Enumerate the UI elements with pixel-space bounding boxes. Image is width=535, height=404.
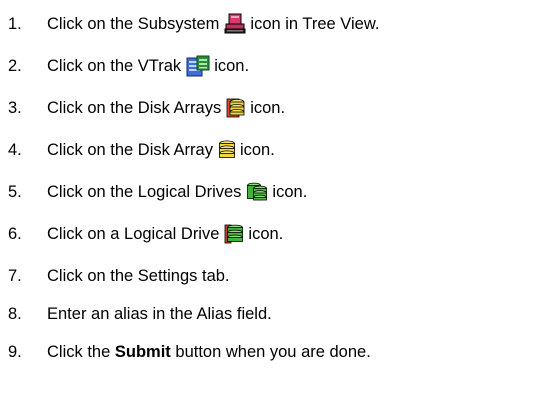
step-number: 6.	[8, 224, 22, 243]
step-2: 2. Click on the VTrak icon.	[0, 50, 535, 82]
step-text-before: Click on the Disk Array	[47, 140, 213, 159]
step-number: 7.	[8, 266, 22, 285]
step-text-after: icon.	[239, 140, 275, 159]
step-text-after: icon.	[272, 182, 308, 201]
step-text: Click on the VTrak icon.	[47, 55, 249, 77]
subsystem-icon	[224, 13, 246, 35]
step-text: Click on the Subsystem icon in Tree View…	[47, 13, 379, 35]
logical-drives-icon	[246, 182, 268, 202]
logical-drive-icon	[224, 224, 244, 244]
step-text: Enter an alias in the Alias field.	[47, 304, 272, 323]
step-text-after: icon.	[250, 98, 286, 117]
step-text-after: button when you are done.	[175, 342, 371, 361]
step-number: 1.	[8, 14, 22, 33]
step-5: 5. Click on the Logical Drives icon.	[0, 176, 535, 208]
step-text-after: icon.	[214, 56, 250, 75]
step-text: Click on the Logical Drives icon.	[47, 182, 307, 202]
step-text-before: Click on the Subsystem	[47, 14, 220, 33]
step-number: 9.	[8, 342, 22, 361]
step-text: Click the Submit button when you are don…	[47, 343, 371, 362]
step-number: 4.	[8, 140, 22, 159]
vtrak-icon	[186, 55, 210, 77]
step-1: 1. Click on the Subsystem icon in Tree V…	[0, 8, 535, 40]
step-number: 8.	[8, 304, 22, 323]
step-number: 2.	[8, 56, 22, 75]
step-text: Click on the Disk Array icon.	[47, 140, 275, 160]
step-6: 6. Click on a Logical Drive icon.	[0, 218, 535, 250]
step-text-before: Click on a Logical Drive	[47, 224, 220, 243]
step-text-before: Click the	[47, 342, 111, 361]
step-text-before: Click on the Disk Arrays	[47, 98, 222, 117]
step-text: Click on a Logical Drive icon.	[47, 224, 283, 244]
step-8: 8. Enter an alias in the Alias field.	[0, 298, 535, 330]
submit-label: Submit	[114, 342, 171, 361]
step-text: Click on the Disk Arrays icon.	[47, 98, 285, 118]
step-3: 3. Click on the Disk Arrays icon.	[0, 92, 535, 124]
step-text-after: icon in Tree View.	[250, 14, 380, 33]
disk-arrays-icon	[226, 98, 246, 118]
instruction-steps: 1. Click on the Subsystem icon in Tree V…	[0, 0, 535, 404]
step-4: 4. Click on the Disk Array icon.	[0, 134, 535, 166]
step-text: Click on the Settings tab.	[47, 266, 230, 285]
step-7: 7. Click on the Settings tab.	[0, 260, 535, 292]
disk-array-icon	[218, 140, 236, 160]
step-text-before: Click on the VTrak	[47, 56, 182, 75]
step-text-after: icon.	[248, 224, 284, 243]
step-text-before: Click on the Logical Drives	[47, 182, 242, 201]
step-number: 3.	[8, 98, 22, 117]
step-number: 5.	[8, 182, 22, 201]
step-9: 9. Click the Submit button when you are …	[0, 336, 535, 368]
